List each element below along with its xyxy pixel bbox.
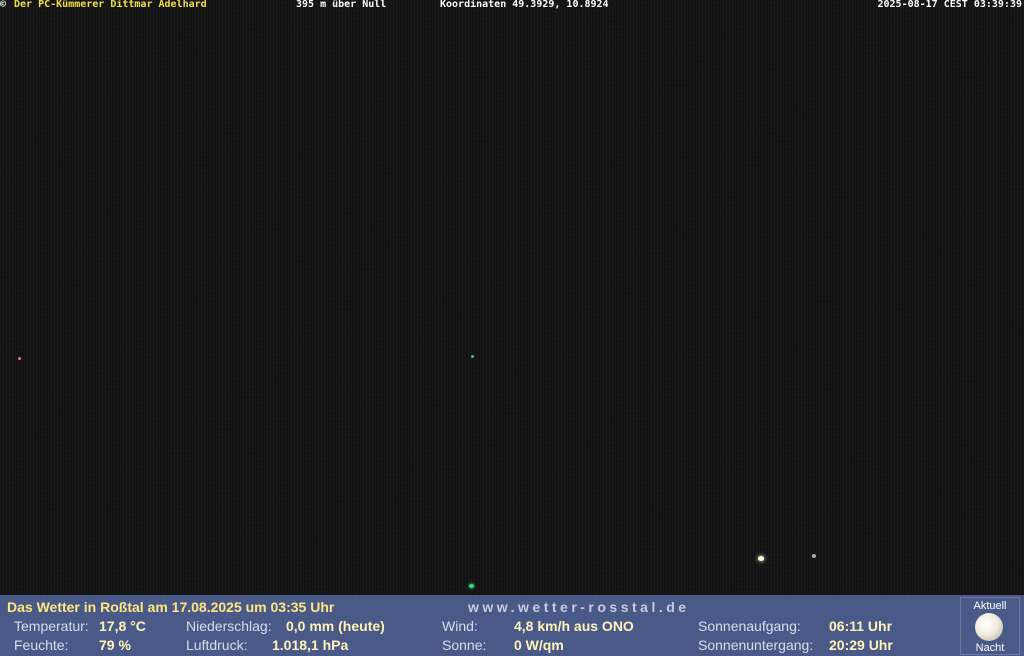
weather-headline: Das Wetter in Roßtal am 17.08.2025 um 03…	[7, 599, 335, 615]
webcam-frame: © Der PC-Kümmerer Dittmar Adelhard 395 m…	[0, 0, 1024, 656]
temperature-label: Temperatur:	[14, 618, 89, 634]
copyright-symbol: ©	[0, 0, 7, 10]
pressure-value: 1.018,1 hPa	[272, 637, 349, 653]
coordinates-text: Koordinaten 49.3929, 10.8924	[440, 0, 609, 10]
temperature-value: 17,8 °C	[99, 618, 146, 634]
precipitation-label: Niederschlag:	[186, 618, 272, 634]
distant-light	[18, 357, 21, 360]
weather-panel: Das Wetter in Roßtal am 17.08.2025 um 03…	[0, 595, 1024, 656]
moon-phase-box: Aktuell Nacht	[960, 597, 1020, 655]
precipitation-value: 0,0 mm (heute)	[286, 618, 385, 634]
full-moon-icon	[975, 613, 1003, 641]
pressure-label: Luftdruck:	[186, 637, 248, 653]
sunrise-value: 06:11 Uhr	[829, 618, 893, 634]
website-link[interactable]: www.wetter-rosstal.de	[468, 599, 690, 615]
owner-name: Der PC-Kümmerer Dittmar Adelhard	[14, 0, 207, 10]
distant-light	[812, 554, 816, 558]
altitude-text: 395 m über Null	[296, 0, 387, 10]
webcam-night-image	[0, 0, 1024, 595]
green-light	[469, 584, 474, 588]
moon-caption-bottom: Nacht	[975, 642, 1005, 654]
wind-label: Wind:	[442, 618, 478, 634]
sun-value: 0 W/qm	[514, 637, 564, 653]
sun-label: Sonne:	[442, 637, 487, 653]
humidity-value: 79 %	[99, 637, 131, 653]
sunrise-label: Sonnenaufgang:	[698, 618, 801, 634]
sunset-label: Sonnenuntergang:	[698, 637, 814, 653]
sunset-value: 20:29 Uhr	[829, 637, 893, 653]
overlay-topbar: © Der PC-Kümmerer Dittmar Adelhard 395 m…	[0, 0, 1024, 10]
distant-light	[471, 355, 474, 358]
street-lamp-light	[758, 556, 764, 561]
wind-value: 4,8 km/h aus ONO	[514, 618, 634, 634]
timestamp-text: 2025-08-17 CEST 03:39:39	[877, 0, 1023, 10]
moon-caption-top: Aktuell	[973, 600, 1007, 612]
humidity-label: Feuchte:	[14, 637, 69, 653]
